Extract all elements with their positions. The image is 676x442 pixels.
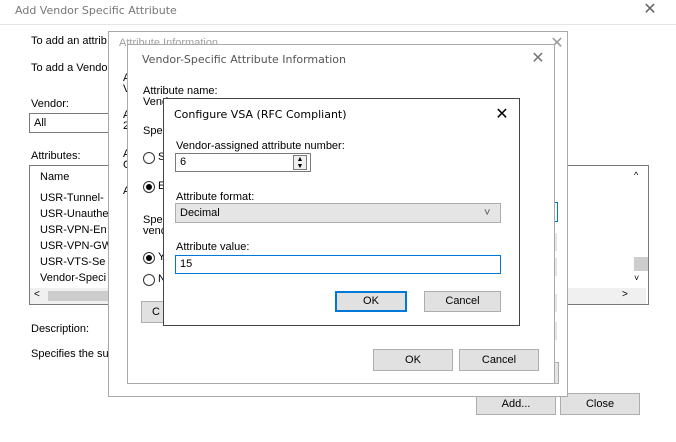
standard-radio[interactable] bbox=[143, 152, 155, 164]
list-item[interactable]: Vendor-Speci bbox=[40, 272, 106, 284]
scroll-right-icon[interactable]: > bbox=[622, 289, 628, 300]
no-radio[interactable] bbox=[143, 274, 155, 286]
cancel-button[interactable]: Cancel bbox=[424, 291, 501, 312]
close-icon[interactable]: ✕ bbox=[528, 49, 548, 69]
configure-button-label: C bbox=[152, 306, 160, 318]
vendor-select[interactable]: All bbox=[29, 113, 119, 133]
value-input[interactable]: 15 bbox=[175, 255, 501, 274]
list-header: Name bbox=[40, 171, 70, 183]
attributes-label: Attributes: bbox=[31, 150, 81, 162]
scroll-down-icon[interactable]: ˅ bbox=[634, 273, 639, 283]
scroll-left-icon[interactable]: < bbox=[34, 289, 40, 300]
vertical-scrollbar-thumb[interactable] bbox=[634, 257, 648, 271]
list-item[interactable]: USR-Tunnel- bbox=[40, 192, 104, 204]
close-button[interactable]: Close bbox=[560, 393, 640, 415]
value-input-text: 15 bbox=[180, 258, 193, 270]
format-label: Attribute format: bbox=[176, 191, 255, 203]
description-label: Description: bbox=[31, 323, 90, 335]
ok-button[interactable]: OK bbox=[335, 291, 407, 312]
stepper-down-icon[interactable]: ▼ bbox=[294, 163, 306, 170]
title-divider bbox=[0, 24, 676, 25]
configure-vsa-dialog: Configure VSA (RFC Compliant) ✕ Vendor-a… bbox=[163, 98, 520, 326]
close-icon[interactable]: ✕ bbox=[492, 105, 512, 125]
window-title: Add Vendor Specific Attribute bbox=[15, 4, 177, 17]
vendor-label: Vendor: bbox=[31, 98, 69, 110]
yes-radio[interactable] bbox=[143, 252, 155, 264]
window-title: Vendor-Specific Attribute Information bbox=[142, 53, 346, 66]
scroll-up-icon[interactable]: ^ bbox=[634, 170, 638, 180]
close-icon[interactable]: ✕ bbox=[640, 0, 660, 20]
format-select[interactable]: Decimal ˅ bbox=[175, 203, 501, 223]
vendor-number-value: 6 bbox=[180, 156, 187, 168]
list-item[interactable]: USR-VTS-Se bbox=[40, 256, 105, 268]
intro-line-1: To add an attrib bbox=[31, 35, 107, 47]
list-item[interactable]: USR-VPN-En bbox=[40, 224, 107, 236]
intro-line-2: To add a Vendo bbox=[31, 62, 108, 74]
list-item[interactable]: USR-VPN-GW bbox=[40, 240, 112, 252]
vendor-number-input[interactable]: 6 bbox=[175, 153, 311, 172]
enter-radio[interactable] bbox=[143, 181, 155, 193]
vendor-number-label: Vendor-assigned attribute number: bbox=[176, 140, 345, 152]
description-text: Specifies the su bbox=[31, 348, 109, 360]
format-value: Decimal bbox=[180, 207, 220, 219]
list-item[interactable]: USR-Unauthe bbox=[40, 208, 108, 220]
window-title: Configure VSA (RFC Compliant) bbox=[174, 108, 347, 121]
chevron-down-icon: ˅ bbox=[484, 207, 491, 219]
value-label: Attribute value: bbox=[176, 241, 250, 253]
ok-button[interactable]: OK bbox=[373, 349, 453, 371]
cancel-button[interactable]: Cancel bbox=[459, 349, 539, 371]
vendor-number-stepper[interactable]: ▲ ▼ bbox=[293, 155, 307, 170]
